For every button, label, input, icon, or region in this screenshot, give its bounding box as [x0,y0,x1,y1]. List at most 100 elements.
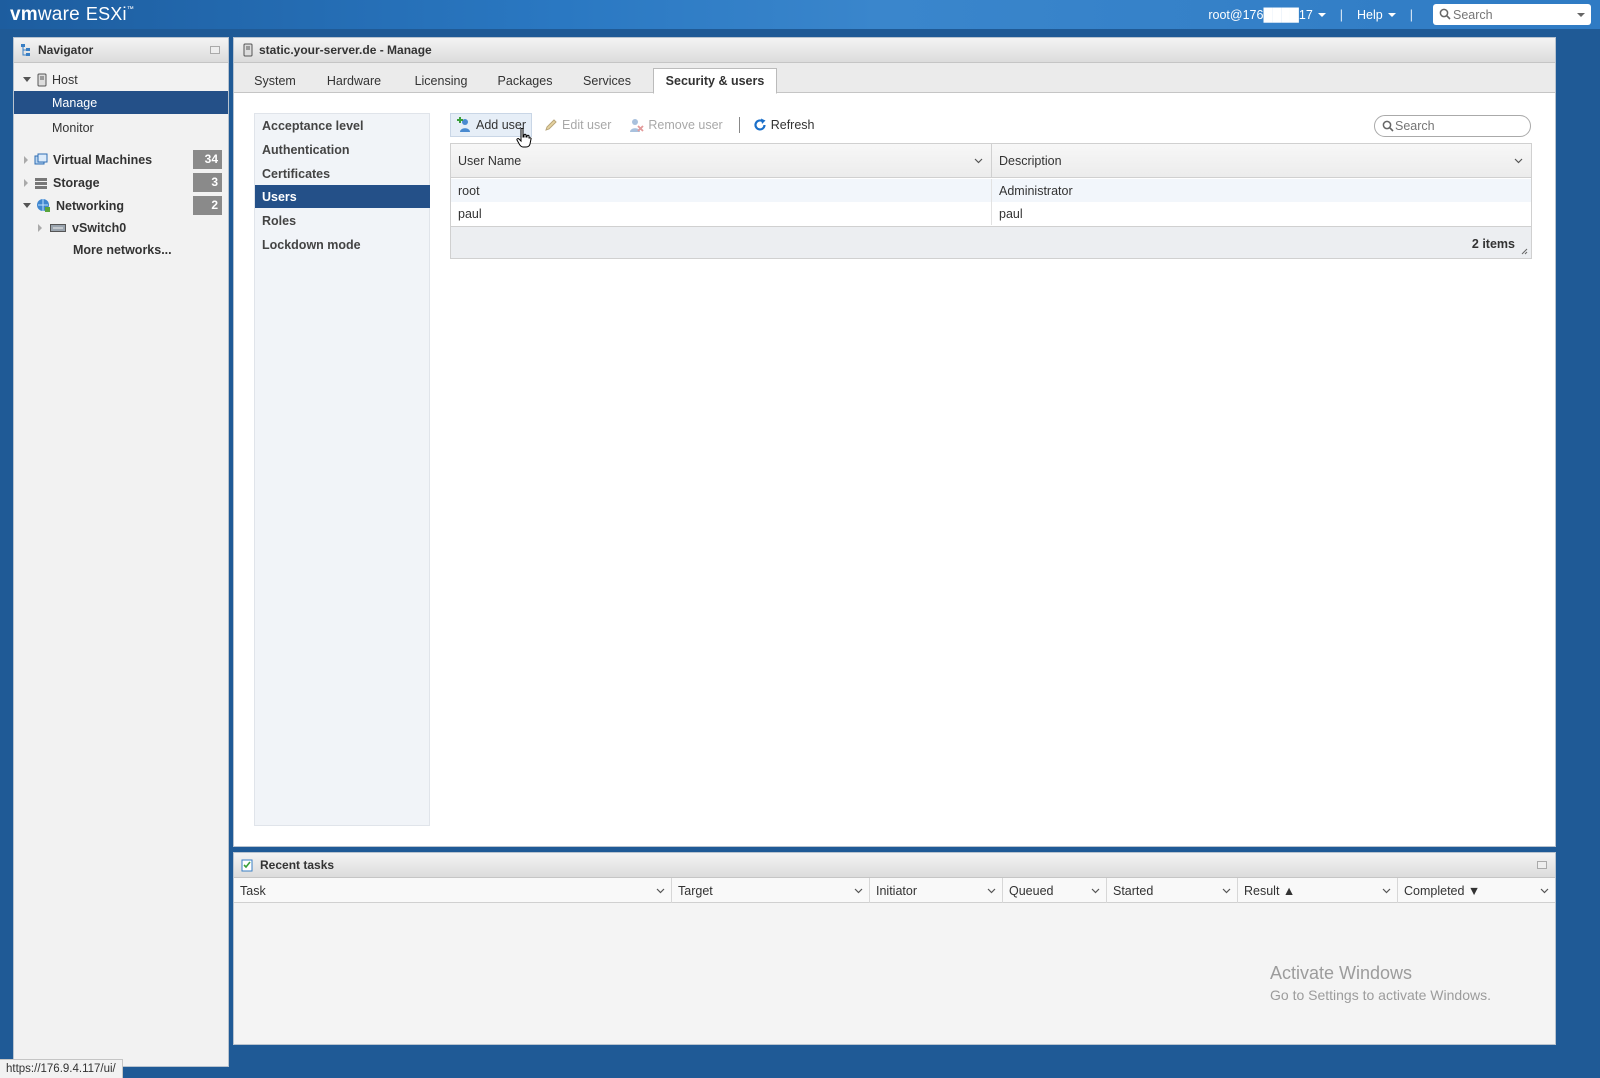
tab-security-users[interactable]: Security & users [653,68,777,94]
column-header-task[interactable]: Task [234,878,672,903]
subnav-users[interactable]: Users [255,185,430,208]
nav-monitor-label: Monitor [52,120,94,135]
tab-packages[interactable]: Packages [492,68,558,93]
column-header-target[interactable]: Target [672,878,870,903]
column-header-queued[interactable]: Queued [1003,878,1107,903]
nav-manage-label: Manage [52,95,98,110]
help-menu[interactable]: Help [1357,8,1396,22]
subnav-authentication[interactable]: Authentication [255,138,430,161]
storage-icon [35,177,47,189]
chevron-down-icon [1317,13,1326,18]
chevron-down-icon[interactable] [987,888,996,894]
chevron-down-icon[interactable] [854,888,863,894]
chevron-down-icon[interactable] [1382,888,1391,894]
nav-storage[interactable]: Storage 3 [14,171,228,194]
navigator-title: Navigator [38,43,94,57]
chevron-down-icon [1387,13,1396,18]
nav-more-networks[interactable]: More networks... [14,238,228,261]
resize-grip-icon[interactable] [1521,248,1528,255]
vmware-esxi-logo: vmware ESXi™ [10,4,134,25]
nav-virtual-machines[interactable]: Virtual Machines 34 [14,148,228,171]
table-row[interactable]: root Administrator [451,179,1531,202]
networking-count-badge: 2 [193,196,222,215]
edit-user-button[interactable]: Edit user [539,113,616,137]
cell-username: root [458,183,480,198]
add-user-icon [456,117,472,133]
subnav-certificates[interactable]: Certificates [255,162,430,185]
nav-vswitch0-label: vSwitch0 [72,220,127,235]
navigator-panel: Navigator Host Manage Monitor Virtual Ma… [13,37,229,1067]
navigator-header: Navigator [14,38,228,63]
users-search-input[interactable] [1395,117,1525,135]
minimize-icon[interactable] [1537,861,1547,869]
chevron-down-icon[interactable] [1091,888,1100,894]
virtual-machines-icon [34,153,48,164]
nav-host[interactable]: Host [14,68,228,91]
column-header-label: Target [678,883,713,898]
users-search[interactable] [1374,115,1531,137]
more-networks-label: More networks... [73,242,172,257]
nav-manage[interactable]: Manage [14,91,228,114]
chevron-down-icon[interactable] [1540,888,1549,894]
subnav-acceptance-level[interactable]: Acceptance level [255,114,430,137]
cell-description: paul [999,206,1023,221]
expand-icon[interactable] [23,77,31,82]
user-menu[interactable]: root@176████17 [1208,8,1326,22]
chevron-down-icon[interactable] [656,888,665,894]
main-header: static.your-server.de - Manage [234,38,1555,63]
expand-icon[interactable] [24,178,28,187]
table-row[interactable]: paul paul [451,202,1531,225]
refresh-label: Refresh [770,118,815,132]
column-header-label: Task [240,883,266,898]
refresh-button[interactable]: Refresh [748,113,820,137]
activate-windows-watermark: Activate Windows Go to Settings to activ… [1270,963,1491,1003]
table-header: User Name Description [451,144,1531,178]
watermark-title: Activate Windows [1270,963,1413,983]
tasks-table-header: Task Target Initiator Queued Started Res… [234,878,1555,903]
nav-networking[interactable]: Networking 2 [14,194,228,217]
global-search-input[interactable] [1453,5,1571,24]
chevron-down-icon[interactable] [974,158,983,164]
remove-user-button[interactable]: Remove user [623,113,727,137]
status-bar-url: https://176.9.4.117/ui/ [0,1059,123,1078]
column-header-label: Completed ▼ [1404,883,1481,898]
column-header-started[interactable]: Started [1107,878,1238,903]
expand-icon[interactable] [38,223,42,232]
tab-hardware[interactable]: Hardware [318,68,390,93]
storage-count-badge: 3 [193,173,222,192]
column-header-label: Started [1113,883,1154,898]
chevron-down-icon[interactable] [1577,13,1585,17]
chevron-down-icon[interactable] [1222,888,1231,894]
column-header-label: Initiator [876,883,917,898]
nav-storage-label: Storage [53,175,100,190]
column-header-description[interactable]: Description [992,144,1531,178]
recent-tasks-header: Recent tasks [234,853,1555,878]
column-header-result[interactable]: Result ▲ [1238,878,1398,903]
expand-icon[interactable] [23,203,31,208]
tab-services[interactable]: Services [574,68,640,93]
expand-icon[interactable] [24,155,28,164]
column-header-user-name[interactable]: User Name [451,144,991,178]
column-header-completed[interactable]: Completed ▼ [1398,878,1555,903]
nav-monitor[interactable]: Monitor [14,116,228,139]
tab-system[interactable]: System [246,68,304,93]
column-header-label: Result ▲ [1244,883,1296,898]
nav-vswitch0[interactable]: vSwitch0 [14,216,228,239]
chevron-down-icon[interactable] [1514,158,1523,164]
remove-user-label: Remove user [648,118,723,132]
tab-bar: System Hardware Licensing Packages Servi… [234,63,1555,94]
recent-tasks-panel: Recent tasks Task Target Initiator Queue… [233,852,1556,1045]
page-title: static.your-server.de - Manage [259,43,432,57]
column-header-label: Description [999,154,1062,168]
minimize-icon[interactable] [210,46,220,54]
watermark-subtitle: Go to Settings to activate Windows. [1270,987,1491,1003]
subnav-lockdown-mode[interactable]: Lockdown mode [255,233,430,256]
recent-tasks-title: Recent tasks [260,858,335,872]
nav-vms-label: Virtual Machines [53,152,153,167]
table-footer: 2 items [451,226,1531,258]
top-bar: vmware ESXi™ root@176████17 | Help | [0,0,1600,29]
global-search[interactable] [1433,4,1591,25]
column-header-initiator[interactable]: Initiator [870,878,1003,903]
tab-licensing[interactable]: Licensing [406,68,476,93]
subnav-roles[interactable]: Roles [255,209,430,232]
